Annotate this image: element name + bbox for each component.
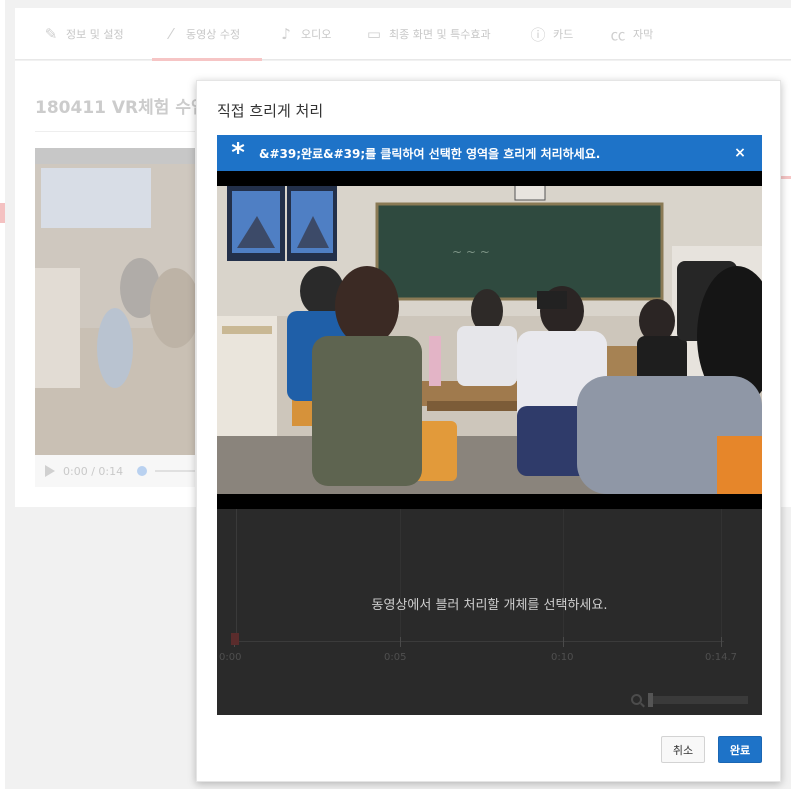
- timeline-gridline: [400, 509, 401, 641]
- side-marker: [0, 203, 5, 223]
- preview-top-strip: [35, 148, 195, 164]
- blur-timeline[interactable]: 동영상에서 블러 처리할 개체를 선택하세요. 0:00 0:05 0:10 0…: [217, 509, 762, 715]
- playhead: [236, 509, 237, 641]
- tab-label: 동영상 수정: [186, 28, 241, 41]
- timeline-tick: [721, 637, 722, 647]
- timeline-axis: [234, 641, 724, 642]
- tab-label: 자막: [633, 28, 654, 41]
- timeline-tick-label: 0:10: [551, 652, 574, 663]
- magic-wand-icon: ⁄: [169, 25, 173, 43]
- background-video-preview: [35, 148, 195, 455]
- tab-label: 최종 화면 및 특수효과: [389, 28, 491, 41]
- background-player-controls: 0:00 / 0:14: [35, 455, 195, 487]
- video-title: 180411 VR체험 수업: [35, 98, 207, 118]
- timeline-gridline: [563, 509, 564, 641]
- end-screen-icon: ▭: [366, 25, 382, 43]
- zoom-slider[interactable]: [648, 692, 748, 707]
- timeline-gridline: [721, 509, 722, 641]
- tab-video-edit[interactable]: ⁄ 동영상 수정: [152, 8, 263, 61]
- svg-text:~ ~ ~: ~ ~ ~: [452, 245, 490, 259]
- close-icon[interactable]: ×: [718, 145, 762, 161]
- editor-tabs: ✎ 정보 및 설정 ⁄ 동영상 수정 ♪ 오디오 ▭ 최종 화면 및 특수효과 …: [15, 8, 791, 61]
- instruction-banner: * &#39;완료&#39;를 클릭하여 선택한 영역을 흐리게 처리하세요. …: [217, 135, 762, 171]
- tab-label: 정보 및 설정: [66, 28, 124, 41]
- zoom-slider-knob[interactable]: [648, 692, 653, 707]
- tab-label: 오디오: [301, 28, 332, 41]
- blur-dialog: 직접 흐리게 처리 * &#39;완료&#39;를 클릭하여 선택한 영역을 흐…: [196, 80, 781, 782]
- tab-audio[interactable]: ♪ 오디오: [277, 8, 331, 60]
- tab-label: 카드: [553, 28, 574, 41]
- scrubber-knob: [137, 466, 148, 476]
- instruction-message: &#39;완료&#39;를 클릭하여 선택한 영역을 흐리게 처리하세요.: [259, 146, 601, 161]
- video-canvas[interactable]: ~ ~ ~: [217, 171, 762, 509]
- timeline-tick-label: 0:00: [219, 652, 242, 663]
- preview-thumbnail: [35, 164, 195, 455]
- timeline-tick: [400, 637, 401, 647]
- timeline-tick: [563, 637, 564, 647]
- title-divider: [35, 131, 195, 132]
- right-panel-accent: [781, 176, 791, 179]
- play-icon: [45, 465, 55, 477]
- asterisk-icon: *: [231, 138, 245, 168]
- scrubber-track: [155, 470, 195, 472]
- done-button[interactable]: 완료: [718, 736, 762, 763]
- classroom-video-frame: ~ ~ ~: [217, 186, 762, 494]
- music-note-icon: ♪: [281, 25, 291, 43]
- timeline-hint: 동영상에서 블러 처리할 개체를 선택하세요.: [371, 598, 608, 613]
- player-time: 0:00 / 0:14: [63, 464, 124, 478]
- tab-end-screen[interactable]: ▭ 최종 화면 및 특수효과: [365, 8, 491, 60]
- tab-subtitles[interactable]: ㏄ 자막: [609, 8, 653, 60]
- timeline-tick-label: 0:05: [384, 652, 407, 663]
- timeline-tick-label: 0:14.7: [705, 652, 737, 663]
- pencil-icon: ✎: [44, 25, 58, 43]
- timeline-zoom[interactable]: [631, 692, 748, 707]
- dialog-title: 직접 흐리게 처리: [217, 102, 324, 120]
- cancel-button[interactable]: 취소: [661, 736, 705, 763]
- zoom-icon: [631, 694, 642, 705]
- timeline-position-marker[interactable]: [231, 633, 239, 645]
- cc-icon: ㏄: [610, 25, 626, 44]
- right-panel-edge: [781, 150, 791, 450]
- info-icon: ⓘ: [530, 25, 546, 44]
- tab-cards[interactable]: ⓘ 카드: [529, 8, 573, 60]
- tab-info-settings[interactable]: ✎ 정보 및 설정: [42, 8, 124, 60]
